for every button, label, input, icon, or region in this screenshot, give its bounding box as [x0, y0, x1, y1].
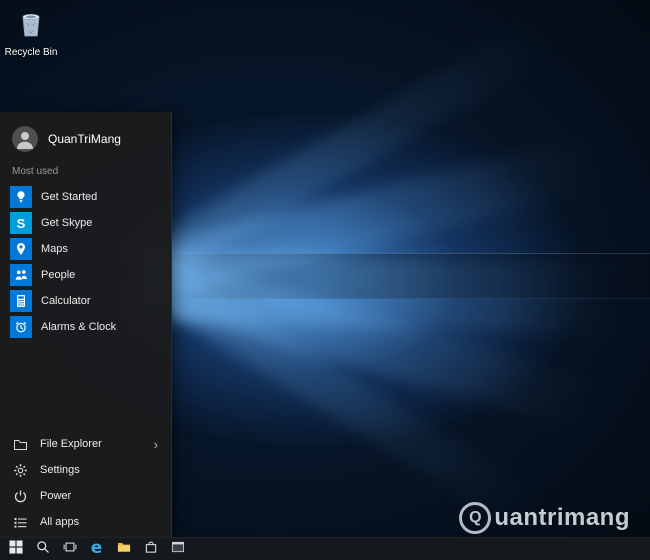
taskbar: e	[0, 537, 650, 560]
folder-icon	[117, 540, 131, 559]
power-icon	[13, 489, 28, 504]
people-icon	[10, 264, 32, 286]
taskbar-search-button[interactable]	[29, 538, 56, 560]
taskbar-store-button[interactable]	[137, 538, 164, 560]
start-menu-footer: File Explorer › Settings Power All apps	[0, 431, 171, 537]
folder-icon	[13, 437, 28, 452]
map-pin-icon	[10, 238, 32, 260]
menu-item-label: Get Skype	[41, 217, 93, 229]
start-menu-item-get-skype[interactable]: S Get Skype	[0, 210, 171, 236]
start-menu-item-people[interactable]: People	[0, 262, 171, 288]
edge-icon: e	[90, 537, 103, 558]
menu-item-label: Alarms & Clock	[41, 321, 117, 333]
quantrimang-logo-icon: Q	[459, 502, 492, 534]
user-avatar-icon	[12, 126, 38, 152]
start-menu-item-power[interactable]: Power	[0, 483, 171, 509]
start-menu-item-alarms-clock[interactable]: Alarms & Clock	[0, 314, 171, 340]
menu-item-label: Settings	[40, 464, 80, 476]
skype-icon: S	[10, 212, 32, 234]
menu-item-label: Power	[40, 490, 72, 502]
chevron-right-icon: ›	[153, 436, 158, 452]
calculator-icon	[10, 290, 32, 312]
search-icon	[36, 540, 50, 559]
watermark: Q uantrimang	[459, 502, 630, 534]
start-menu: QuanTriMang Most used Get Started S Get …	[0, 112, 172, 537]
menu-item-label: All apps	[40, 516, 80, 528]
skype-letter: S	[16, 215, 26, 231]
alarm-clock-icon	[10, 316, 32, 338]
start-menu-item-calculator[interactable]: Calculator	[0, 288, 171, 314]
menu-item-label: File Explorer	[40, 438, 102, 450]
watermark-text: uantrimang	[494, 504, 630, 531]
user-name: QuanTriMang	[48, 132, 121, 146]
recycle-bin[interactable]: Recycle Bin	[2, 6, 60, 58]
menu-item-label: Calculator	[41, 295, 91, 307]
start-menu-item-maps[interactable]: Maps	[0, 236, 171, 262]
windows-logo-icon	[8, 539, 23, 559]
store-bag-icon	[144, 540, 158, 559]
task-view-icon	[63, 540, 77, 559]
taskbar-edge-button[interactable]: e	[83, 538, 110, 560]
gear-icon	[13, 463, 28, 478]
all-apps-icon	[13, 515, 28, 530]
taskbar-file-explorer-button[interactable]	[110, 538, 137, 560]
user-profile[interactable]: QuanTriMang	[0, 112, 171, 162]
window-icon	[171, 540, 185, 559]
start-menu-item-all-apps[interactable]: All apps	[0, 509, 171, 535]
start-menu-item-settings[interactable]: Settings	[0, 457, 171, 483]
most-used-list: Get Started S Get Skype Maps People Calc…	[0, 184, 171, 340]
taskbar-pinned-app-button[interactable]	[164, 538, 191, 560]
menu-item-label: People	[41, 269, 76, 281]
start-menu-item-file-explorer[interactable]: File Explorer ›	[0, 431, 171, 457]
taskbar-start-button[interactable]	[2, 538, 29, 560]
recycle-bin-icon	[14, 6, 48, 45]
taskbar-task-view-button[interactable]	[56, 538, 83, 560]
windows-desktop: Recycle Bin Q uantrimang QuanTriMang Mos…	[0, 0, 650, 560]
recycle-bin-label: Recycle Bin	[4, 47, 58, 58]
lightbulb-icon	[10, 186, 32, 208]
start-menu-item-get-started[interactable]: Get Started	[0, 184, 171, 210]
most-used-section-label: Most used	[12, 166, 59, 177]
menu-item-label: Get Started	[41, 191, 98, 203]
menu-item-label: Maps	[41, 243, 68, 255]
